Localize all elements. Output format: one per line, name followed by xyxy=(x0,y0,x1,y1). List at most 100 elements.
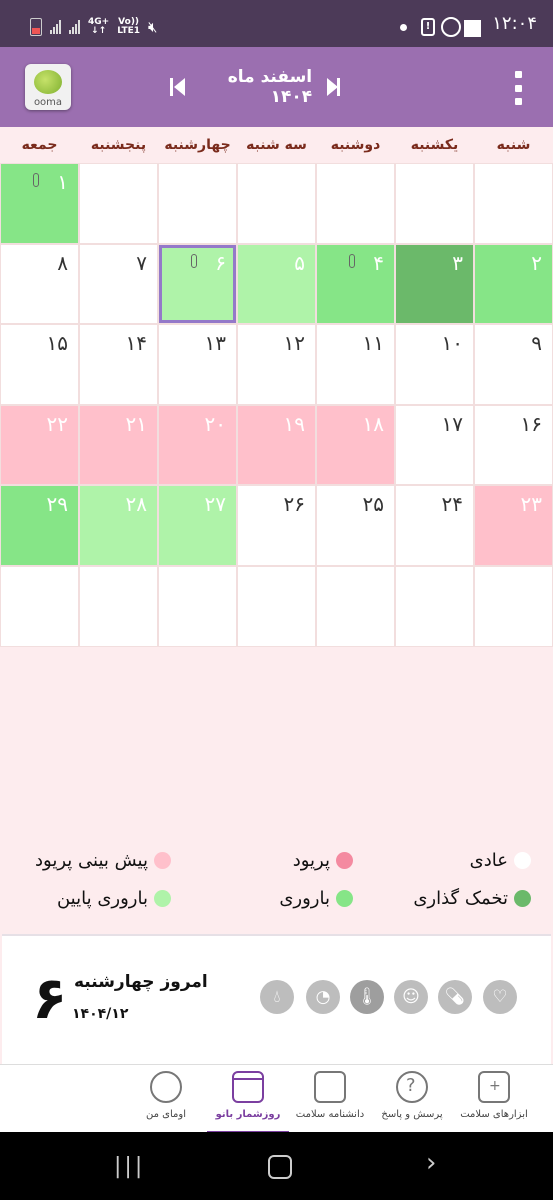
calendar-day-cell[interactable]: ۱۵ xyxy=(0,324,79,405)
calendar-day-number: ۴ xyxy=(373,250,384,275)
nav-my-ooma-label: اومای من xyxy=(146,1109,186,1120)
calendar-day-cell[interactable]: ۱۰ xyxy=(395,324,474,405)
calendar-day-number: ۱۲ xyxy=(283,331,305,356)
legend-period-label: پریود xyxy=(292,850,330,871)
previous-month-icon[interactable] xyxy=(170,78,185,96)
nav-qa[interactable]: ? پرسش و پاسخ xyxy=(371,1065,453,1133)
calendar-day-cell[interactable]: ۵ xyxy=(237,243,316,325)
calendar-day-cell[interactable]: ۲ xyxy=(474,243,553,325)
calendar-day-cell[interactable]: ۶ xyxy=(158,243,237,325)
calendar-day-number: ۱ xyxy=(57,170,68,194)
calendar-day-cell[interactable]: ۲۹ xyxy=(0,485,79,566)
calendar-day-cell[interactable]: ۲۲ xyxy=(0,404,79,486)
calendar-day-number: ۱۵ xyxy=(46,331,68,356)
weekday-thursday: پنجشنبه xyxy=(90,137,147,153)
calendar-day-cell[interactable]: ۲۶ xyxy=(237,485,316,566)
weekday-saturday: شنبه xyxy=(496,137,531,153)
screen-record-icon xyxy=(464,20,481,37)
recent-apps-icon[interactable]: ||| xyxy=(114,1154,145,1179)
calendar-day-cell[interactable]: ۲۱ xyxy=(79,404,158,486)
weekday-friday: جمعه xyxy=(21,137,58,153)
calendar-day-cell[interactable]: ۱۱ xyxy=(316,324,395,405)
calendar-day-cell[interactable]: ۱۲ xyxy=(237,324,316,405)
today-date: ۱۴۰۴/۱۲ xyxy=(72,1006,129,1022)
calendar-day-cell[interactable]: ۷ xyxy=(79,243,158,325)
mood-face-icon[interactable]: ☺ xyxy=(394,980,428,1014)
calendar-day-number: ۳ xyxy=(452,250,463,275)
calendar-day-number: ۱۷ xyxy=(441,411,463,436)
today-label: امروز چهارشنبه xyxy=(74,972,208,992)
calendar-empty-cell xyxy=(316,565,395,647)
legend-low-fertile-label: باروری پایین xyxy=(56,888,148,909)
calendar-day-number: ۲ xyxy=(531,250,542,275)
network-type: 4G+ ↓↑ xyxy=(88,18,109,36)
signal-icon xyxy=(50,20,61,34)
calendar-day-cell[interactable]: ۳ xyxy=(395,243,474,325)
notification-dot-icon xyxy=(400,24,407,31)
calendar-day-cell[interactable]: ۹ xyxy=(474,324,553,405)
calendar-empty-cell xyxy=(79,163,158,244)
calendar-day-cell[interactable]: ۲۰ xyxy=(158,404,237,486)
thermometer-icon[interactable]: 🌡︎ xyxy=(350,980,384,1014)
calendar-day-cell[interactable]: ۲۸ xyxy=(79,485,158,566)
calendar-day-number: ۱۱ xyxy=(362,331,384,356)
calendar-day-number: ۸ xyxy=(57,250,68,275)
calendar-empty-cell xyxy=(237,163,316,244)
legend-normal-swatch xyxy=(514,852,531,869)
calendar-day-cell[interactable]: ۱۷ xyxy=(395,404,474,486)
pill-icon[interactable]: 💊︎ xyxy=(438,980,472,1014)
nav-calendar[interactable]: روزشمار بانو xyxy=(207,1065,289,1133)
calendar-day-cell[interactable]: ۲۵ xyxy=(316,485,395,566)
calendar-empty-cell xyxy=(395,565,474,647)
nav-health-tools-label: ابزارهای سلامت xyxy=(460,1109,528,1120)
calendar-day-cell[interactable]: ۱ xyxy=(0,163,79,244)
calendar-day-number: ۱۹ xyxy=(283,411,305,436)
calendar-day-number: ۱۸ xyxy=(362,411,384,436)
calendar-day-number: ۲۲ xyxy=(46,411,68,436)
app-logo[interactable]: ooma xyxy=(25,64,71,110)
calendar-day-cell[interactable]: ۲۳ xyxy=(474,485,553,566)
calendar-day-cell[interactable]: ۲۴ xyxy=(395,485,474,566)
leaf-logo-icon xyxy=(34,70,62,94)
nav-encyclopedia[interactable]: دانشنامه سلامت xyxy=(289,1065,371,1133)
calendar-day-cell[interactable]: ۱۳ xyxy=(158,324,237,405)
calendar-day-cell[interactable]: ۱۹ xyxy=(237,404,316,486)
heart-icon[interactable]: ♡ xyxy=(483,980,517,1014)
nav-my-ooma[interactable]: اومای من xyxy=(125,1065,207,1133)
overflow-menu-icon[interactable] xyxy=(515,71,523,105)
nav-encyclopedia-label: دانشنامه سلامت xyxy=(295,1109,365,1120)
home-icon[interactable] xyxy=(268,1155,292,1179)
calendar-day-cell[interactable]: ۱۸ xyxy=(316,404,395,486)
app-header: ooma اسفند ماه ۱۴۰۴ xyxy=(0,47,553,127)
calendar-day-cell[interactable]: ۴ xyxy=(316,243,395,325)
weekday-tuesday: سه شنبه xyxy=(246,137,307,153)
calendar-day-number: ۲۴ xyxy=(441,492,463,517)
calendar-day-number: ۲۶ xyxy=(283,492,305,517)
weekday-sunday: یکشنبه xyxy=(410,137,459,153)
network-arrows: ↓↑ xyxy=(91,26,107,36)
battery-icon xyxy=(30,18,42,36)
weight-scale-icon[interactable]: ◔ xyxy=(306,980,340,1014)
bottom-navigation: + ابزارهای سلامت ? پرسش و پاسخ دانشنامه … xyxy=(0,1064,553,1133)
drop-icon[interactable]: 💧︎ xyxy=(260,980,294,1014)
legend-fertile-label: باروری xyxy=(279,888,330,909)
calendar-day-cell[interactable]: ۱۴ xyxy=(79,324,158,405)
calendar-empty-cell xyxy=(158,163,237,244)
next-month-icon[interactable] xyxy=(326,78,340,96)
calendar-icon xyxy=(232,1071,264,1103)
calendar-day-cell[interactable]: ۱۶ xyxy=(474,404,553,486)
nav-calendar-label: روزشمار بانو xyxy=(215,1109,281,1120)
calendar-day-cell[interactable]: ۲۷ xyxy=(158,485,237,566)
back-icon[interactable]: › xyxy=(426,1148,436,1178)
calendar-day-number: ۹ xyxy=(531,331,542,356)
paperclip-icon xyxy=(191,253,197,268)
paperclip-icon xyxy=(349,253,355,268)
calendar-day-cell[interactable]: ۸ xyxy=(0,243,79,325)
calendar-day-number: ۱۰ xyxy=(441,331,463,356)
calendar-empty-cell xyxy=(237,565,316,647)
month-navigator: اسفند ماه ۱۴۰۴ xyxy=(170,67,340,107)
volte-indicator: Vo)) LTE1 xyxy=(117,18,140,36)
mute-icon: 🔇︎ xyxy=(148,18,158,36)
legend: عادی پریود پیش بینی پریود تخمک گذاری بار… xyxy=(0,840,553,930)
nav-health-tools[interactable]: + ابزارهای سلامت xyxy=(453,1065,535,1133)
